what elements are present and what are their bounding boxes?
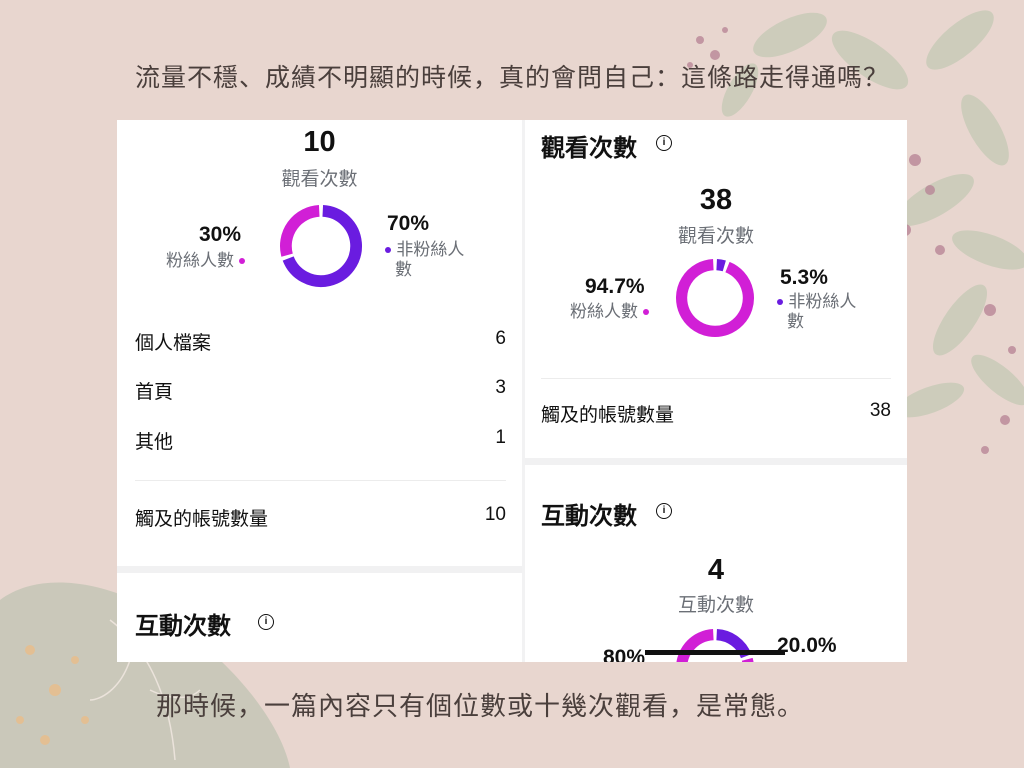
follower-percent: 94.7%	[585, 275, 645, 298]
follower-dot-icon	[239, 258, 246, 264]
info-icon[interactable]: i	[656, 135, 672, 151]
source-label-profile: 個人檔案	[135, 332, 212, 354]
reach-label: 觸及的帳號數量	[135, 508, 269, 530]
bottom-caption: 那時候，一篇內容只有個位數或十幾次觀看，是常態。	[155, 692, 804, 722]
non-follower-label-line2: 數	[395, 260, 412, 280]
source-label-home: 首頁	[135, 381, 174, 403]
views-total: 38	[699, 184, 733, 216]
non-follower-label-line1: 非粉絲人	[396, 240, 465, 260]
info-icon[interactable]: i	[656, 503, 672, 519]
reach-value: 10	[484, 504, 506, 525]
follower-label: 粉絲人數	[570, 302, 638, 322]
interactions-total: 4	[707, 554, 725, 586]
non-follower-percent: 70%	[387, 212, 430, 235]
views-donut-chart	[676, 259, 754, 337]
non-follower-percent: 20.0%	[777, 634, 837, 657]
interactions-section-title: 互動次數	[135, 612, 231, 640]
section-separator	[525, 458, 907, 465]
source-value-profile: 6	[495, 328, 506, 349]
follower-percent: 80%	[603, 646, 646, 662]
interactions-label: 互動次數	[677, 594, 754, 616]
follower-dot-icon	[643, 309, 650, 315]
source-value-other: 1	[495, 427, 506, 448]
source-value-home: 3	[495, 377, 506, 398]
reach-label: 觸及的帳號數量	[541, 404, 675, 426]
overlay-strike-line	[645, 650, 785, 655]
interactions-donut-chart	[676, 629, 754, 662]
follower-segment	[676, 259, 754, 337]
non-follower-legend: 非粉絲人 數	[777, 292, 856, 332]
left-insights-panel: 10 觀看次數 30% 粉絲人數 70% 非粉絲人 數 個人檔案 6 首頁 3 …	[117, 120, 522, 662]
views-total: 10	[303, 126, 336, 158]
follower-legend: 粉絲人數	[166, 251, 246, 271]
follower-legend: 粉絲人數	[570, 302, 650, 322]
non-follower-legend: 非粉絲人 數	[385, 240, 464, 280]
non-follower-dot-icon	[385, 247, 391, 253]
source-label-other: 其他	[135, 431, 174, 453]
follower-percent: 30%	[199, 223, 242, 246]
interactions-section-title: 互動次數	[541, 502, 637, 530]
non-follower-segment	[716, 259, 726, 272]
non-follower-label-line2: 數	[787, 312, 804, 332]
non-follower-percent: 5.3%	[780, 266, 828, 289]
follower-label: 粉絲人數	[166, 251, 234, 271]
non-follower-dot-icon	[777, 299, 783, 305]
follower-segment	[280, 205, 320, 257]
right-insights-panel: 觀看次數 i 38 觀看次數 94.7% 粉絲人數 5.3% 非粉絲人 數 觸及…	[525, 120, 907, 662]
views-section-title: 觀看次數	[541, 134, 637, 162]
info-icon[interactable]: i	[258, 614, 274, 630]
views-donut-chart	[280, 205, 362, 287]
section-separator	[117, 566, 522, 573]
views-label: 觀看次數	[281, 168, 358, 190]
insights-screenshots: 10 觀看次數 30% 粉絲人數 70% 非粉絲人 數 個人檔案 6 首頁 3 …	[117, 120, 907, 662]
views-label: 觀看次數	[677, 225, 754, 247]
divider	[135, 480, 506, 481]
non-follower-label-line1: 非粉絲人	[788, 292, 857, 312]
reach-value: 38	[869, 400, 891, 421]
top-caption: 流量不穩、成績不明顯的時候，真的會問自己：這條路走得通嗎？	[134, 63, 889, 92]
divider	[541, 378, 891, 379]
